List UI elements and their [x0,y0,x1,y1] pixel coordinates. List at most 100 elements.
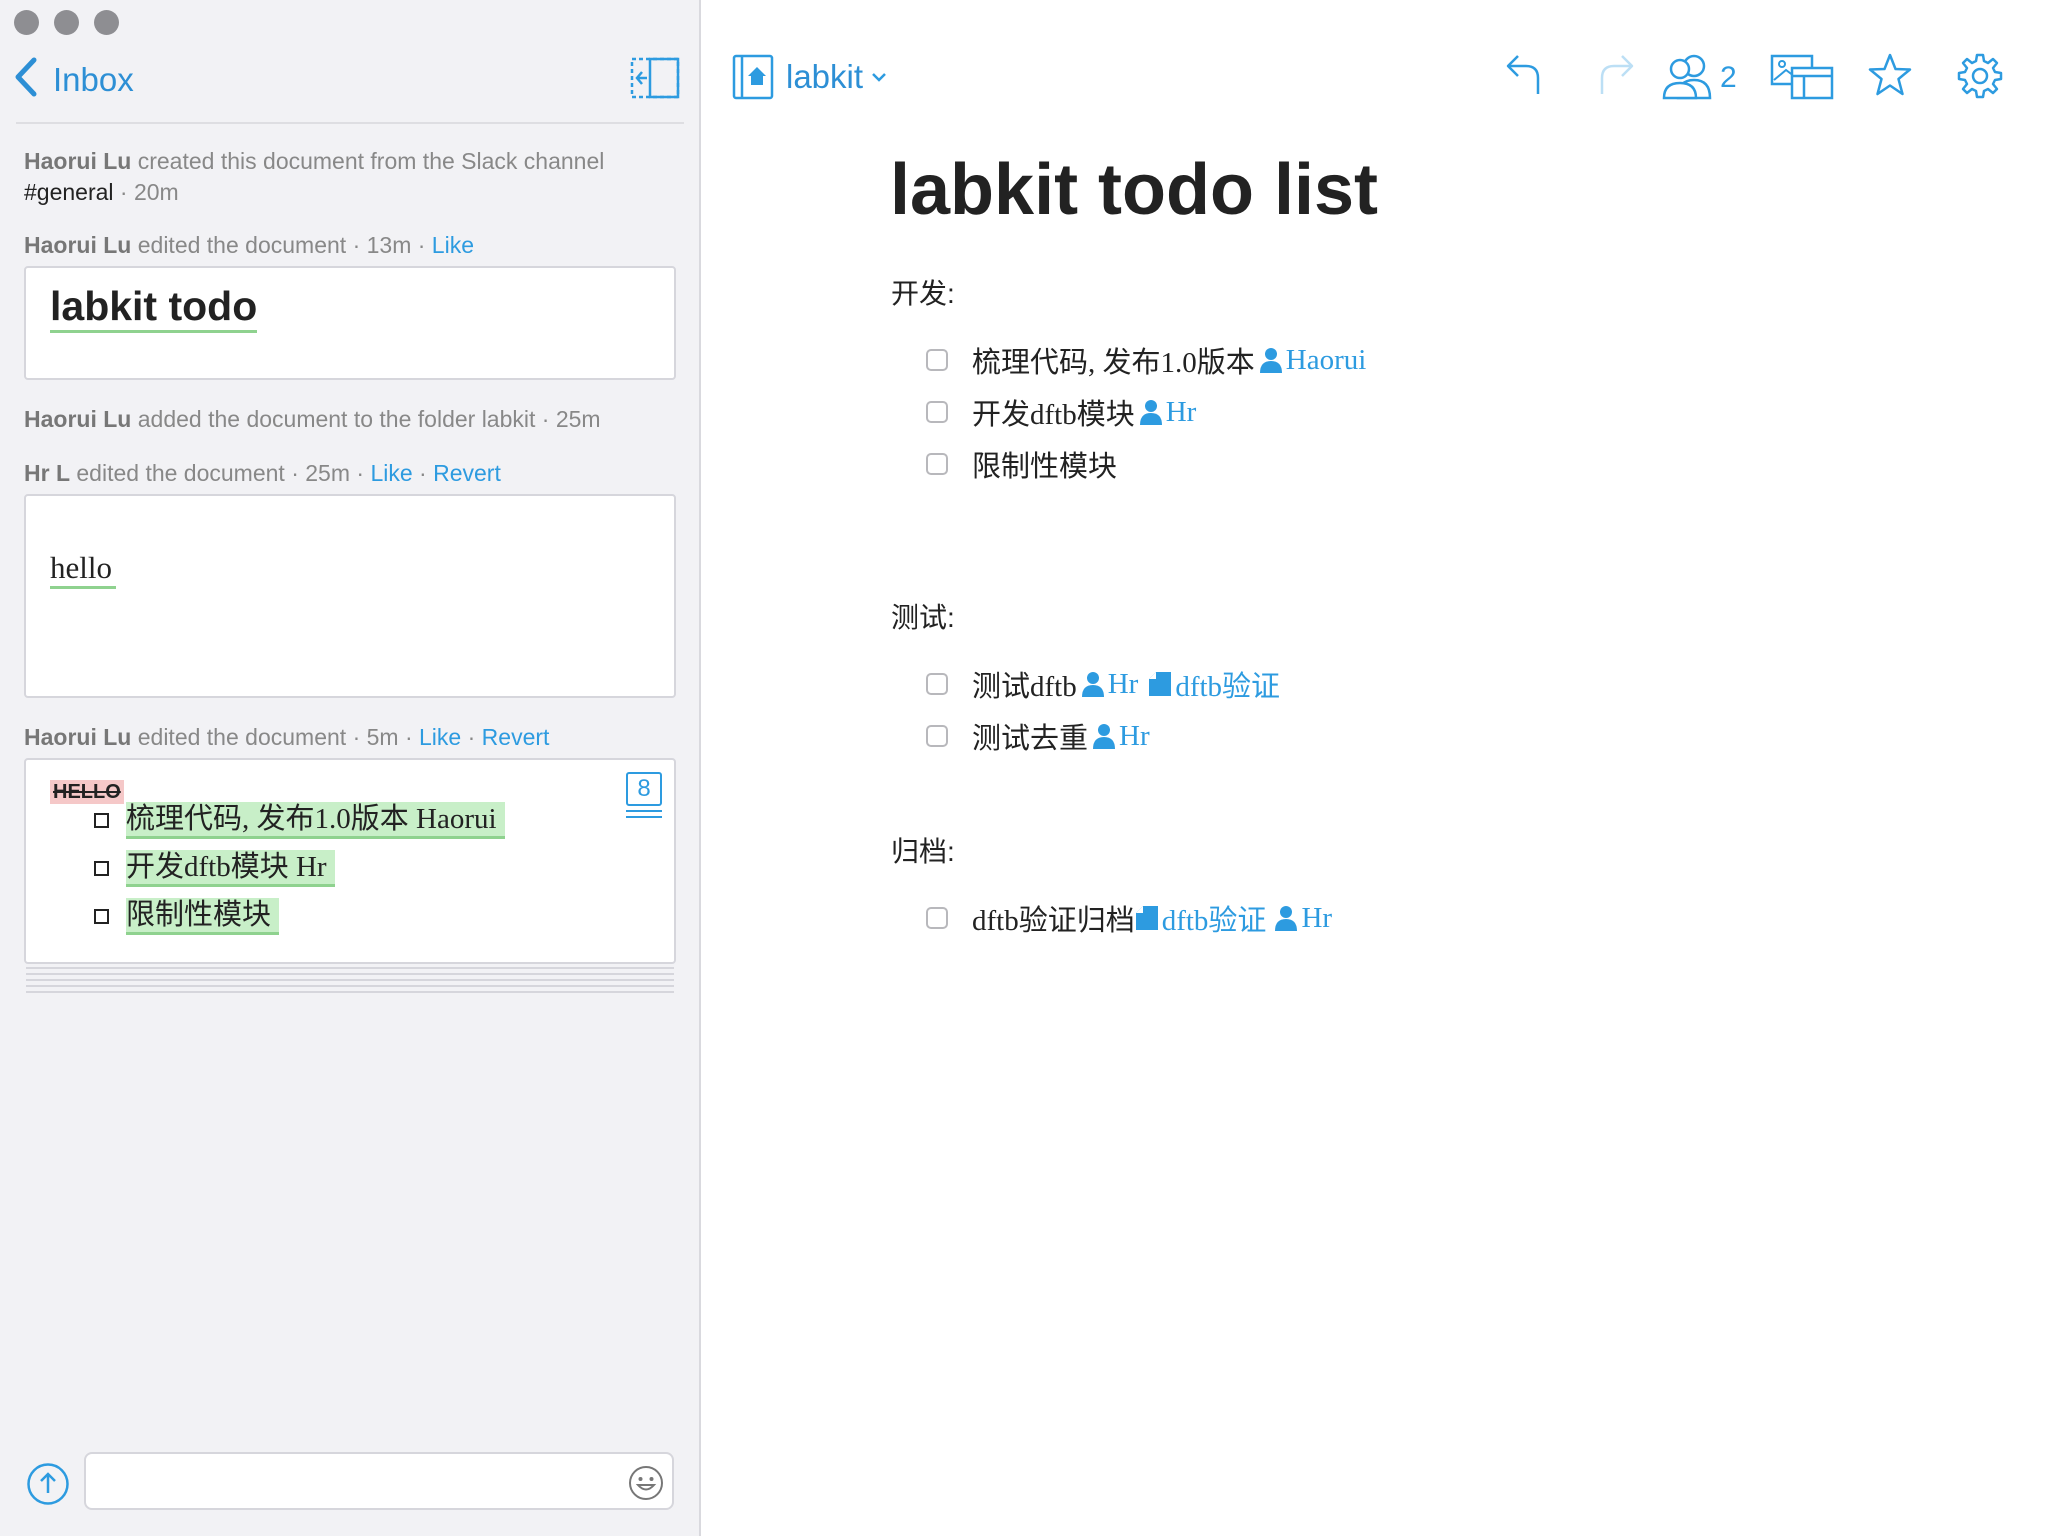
diff-checklist-item: 开发dftb模块 Hr [94,849,335,887]
stacked-card-edge [26,988,674,993]
like-link[interactable]: Like [370,460,412,486]
todo-item[interactable]: 限制性模块 [926,444,1117,484]
document-link[interactable]: dftb验证 [1135,897,1267,939]
todo-text[interactable]: 梳理代码, 发布1.0版本 [972,339,1255,381]
folder-breadcrumb[interactable]: labkit [732,54,887,100]
user-icon [1139,400,1162,425]
todo-text[interactable]: dftb验证归档 [972,897,1135,939]
activity-time: · 20m [119,179,179,205]
media-gallery-icon[interactable] [1770,52,1836,100]
separator: · [419,460,427,486]
todo-text[interactable]: 开发dftb模块 [972,391,1135,433]
checkbox-icon [94,860,109,876]
document-icon [1149,672,1172,696]
revert-link[interactable]: Revert [482,724,550,750]
document-icon [1135,906,1158,930]
message-composer[interactable] [84,1452,674,1510]
document-title[interactable]: labkit todo list [890,148,1378,232]
document-link[interactable]: dftb验证 [1148,663,1280,705]
todo-checkbox[interactable] [926,401,948,423]
activity-author: Haorui Lu [24,724,132,750]
user-icon [1081,672,1104,697]
undo-icon[interactable] [1504,52,1548,96]
collaborators-count[interactable]: 2 [1720,58,1737,98]
activity-time: · 13m · [352,232,426,258]
todo-checkbox[interactable] [926,907,948,929]
diff-added-text: 限制性模块 [126,897,280,935]
section-heading[interactable]: 开发: [891,276,955,312]
todo-item[interactable]: 开发dftb模块 Hr [926,392,1196,432]
collaborators-icon[interactable] [1658,52,1720,100]
chevron-down-icon[interactable] [871,71,887,83]
diff-card[interactable]: HELLO 8 梳理代码, 发布1.0版本 Haorui 开发dftb模块 Hr… [24,758,676,964]
collapse-sidebar-icon[interactable] [630,57,680,99]
checkbox-icon [94,812,109,828]
section-heading[interactable]: 测试: [891,600,955,636]
window-minimize-button[interactable] [54,10,79,35]
activity-text: edited the document [76,460,285,486]
todo-item[interactable]: dftb验证归档 dftb验证 Hr [926,898,1332,938]
stacked-card-edge [26,976,674,981]
todo-checkbox[interactable] [926,725,948,747]
todo-item[interactable]: 测试去重 Hr [926,716,1150,756]
folder-name[interactable]: labkit [786,57,863,97]
window-zoom-button[interactable] [94,10,119,35]
mention-name: Hr [1301,901,1333,934]
like-link[interactable]: Like [432,232,474,258]
badge-stack-icon [626,810,662,818]
link-title: dftb验证 [1175,671,1281,703]
stacked-card-edge [26,970,674,975]
mention-name: Haorui [1285,343,1367,376]
activity-text: added the document to the folder labkit [137,406,536,432]
activity-added-to-folder: Haorui Lu added the document to the fold… [24,404,674,435]
folder-home-icon [732,54,774,100]
gear-icon[interactable] [1956,52,2004,100]
section-heading[interactable]: 归档: [891,834,955,870]
diff-added-title: labkit todo [50,282,258,333]
star-icon[interactable] [1866,52,1914,98]
todo-text[interactable]: 测试dftb [972,663,1077,705]
chevron-left-icon[interactable] [12,56,38,98]
activity-text: edited the document [137,724,347,750]
diff-card[interactable]: labkit todo [24,266,676,380]
activity-created: Haorui Lu created this document from the… [24,146,674,208]
activity-time: · 25m · [291,460,365,486]
diff-checklist-item: 梳理代码, 发布1.0版本 Haorui [94,801,505,839]
user-mention[interactable]: Haorui [1259,343,1367,377]
back-to-inbox-link[interactable]: Inbox [53,60,134,100]
todo-checkbox[interactable] [926,349,948,371]
activity-time: · 25m [541,406,601,432]
message-input[interactable] [100,1466,604,1498]
activity-text: edited the document [137,232,347,258]
emoji-icon[interactable] [628,1465,664,1501]
mention-name: Hr [1165,395,1197,428]
user-mention[interactable]: Hr [1081,668,1138,701]
channel-link[interactable]: #general [24,179,114,205]
divider [16,122,684,124]
activity-author: Haorui Lu [24,232,132,258]
revert-link[interactable]: Revert [433,460,501,486]
activity-edited: Hr L edited the document · 25m · Like · … [24,458,674,489]
todo-text[interactable]: 测试去重 [972,715,1088,757]
link-title: dftb验证 [1161,905,1267,937]
user-mention[interactable]: Hr [1092,720,1150,753]
activity-edited: Haorui Lu edited the document · 13m · Li… [24,230,674,261]
activity-author: Haorui Lu [24,148,132,174]
todo-item[interactable]: 梳理代码, 发布1.0版本 Haorui [926,340,1366,380]
stacked-card-edge [26,982,674,987]
todo-item[interactable]: 测试dftb Hr dftb验证 [926,664,1280,704]
edit-count-badge[interactable]: 8 [626,772,662,806]
diff-card[interactable]: hello [24,494,676,698]
user-mention[interactable]: Hr [1139,395,1197,429]
arrow-up-icon[interactable] [26,1462,70,1506]
like-link[interactable]: Like [419,724,461,750]
user-icon [1093,724,1116,749]
activity-sidebar: Inbox Haorui Lu created this document fr… [0,0,701,1536]
todo-checkbox[interactable] [926,453,948,475]
user-mention[interactable]: Hr [1274,902,1332,935]
window-close-button[interactable] [14,10,39,35]
redo-icon[interactable] [1592,52,1636,96]
todo-checkbox[interactable] [926,673,948,695]
todo-text[interactable]: 限制性模块 [972,443,1117,485]
checkbox-icon [94,908,109,924]
